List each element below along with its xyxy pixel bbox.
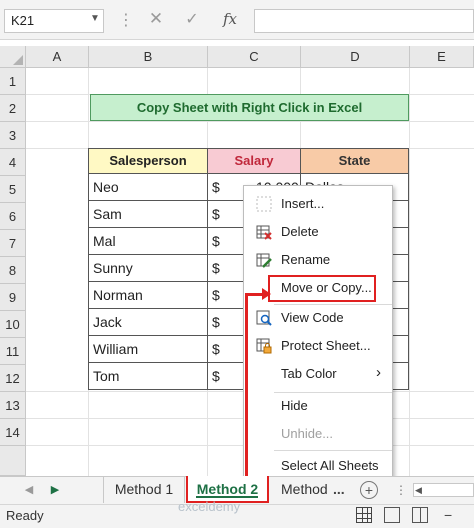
row-header[interactable]: 1 — [0, 68, 26, 95]
row-header[interactable] — [0, 446, 26, 476]
menu-item-label: View Code — [281, 310, 344, 325]
column-header-e[interactable]: E — [410, 46, 474, 68]
add-sheet-button[interactable]: + — [360, 481, 378, 499]
tab-split-handle[interactable]: ⋮ — [395, 482, 407, 498]
row-header[interactable]: 13 — [0, 392, 26, 419]
chevron-down-icon[interactable]: ▼ — [90, 13, 102, 27]
cell-salesperson[interactable]: Neo — [88, 174, 208, 201]
menu-item-rename[interactable]: Rename — [244, 246, 392, 274]
sheet-tab-context-menu: Insert... Delete Rename Move or Copy... … — [243, 185, 393, 483]
menu-item-label: Tab Color — [281, 366, 337, 381]
menu-item-label: Delete — [281, 224, 319, 239]
row-header[interactable]: 12 — [0, 365, 26, 392]
row-header[interactable]: 14 — [0, 419, 26, 446]
header-salary[interactable]: Salary — [207, 148, 301, 174]
watermark-logo: exceldemy — [178, 499, 241, 514]
row-header[interactable]: 2 — [0, 95, 26, 122]
arrow-head-icon — [262, 288, 271, 300]
cell-salesperson[interactable]: Sunny — [88, 255, 208, 282]
cell-salesperson[interactable]: Mal — [88, 228, 208, 255]
menu-item-protect-sheet[interactable]: Protect Sheet... — [244, 332, 392, 360]
cell-salesperson[interactable]: William — [88, 336, 208, 363]
enter-icon[interactable]: ✓ — [180, 9, 204, 31]
currency-symbol: $ — [212, 179, 220, 195]
row-header[interactable]: 8 — [0, 257, 26, 284]
row-header[interactable]: 9 — [0, 284, 26, 311]
column-header-b[interactable]: B — [89, 46, 208, 68]
gridline — [26, 121, 474, 122]
header-salesperson[interactable]: Salesperson — [88, 148, 208, 174]
menu-item-label: Protect Sheet... — [281, 338, 371, 353]
gridline — [409, 68, 410, 476]
view-code-icon — [256, 310, 272, 326]
insert-function-icon[interactable]: fx — [218, 10, 242, 32]
rename-icon — [256, 253, 272, 268]
menu-item-label: Rename — [281, 252, 331, 267]
formula-bar-grip: ⋮ — [118, 12, 134, 29]
insert-icon — [256, 196, 272, 212]
move-or-copy-highlight — [268, 275, 376, 302]
menu-item-tab-color[interactable]: Tab Color › — [244, 360, 392, 388]
menu-item-label: Insert... — [281, 196, 325, 211]
cancel-icon[interactable]: ✕ — [144, 9, 168, 31]
cell-salesperson[interactable]: Norman — [88, 282, 208, 309]
column-header-a[interactable]: A — [26, 46, 89, 68]
menu-item-view-code[interactable]: View Code — [244, 304, 392, 332]
row-header[interactable]: 11 — [0, 338, 26, 365]
name-box[interactable]: K21 — [4, 9, 104, 33]
header-state[interactable]: State — [300, 148, 409, 174]
more-tabs-button[interactable]: ... — [333, 476, 349, 503]
menu-item-delete[interactable]: Delete — [244, 218, 392, 246]
delete-sheet-icon — [256, 225, 272, 240]
normal-view-icon[interactable] — [356, 507, 372, 523]
menu-item-hide[interactable]: Hide — [244, 392, 392, 420]
page-break-view-icon[interactable] — [412, 507, 428, 523]
row-header[interactable]: 3 — [0, 122, 26, 149]
annotation-arrow — [245, 295, 248, 476]
row-header[interactable]: 10 — [0, 311, 26, 338]
cell-salesperson[interactable]: Tom — [88, 363, 208, 390]
row-header[interactable]: 4 — [0, 149, 26, 176]
menu-item-label: Unhide... — [281, 426, 334, 441]
sheet-title[interactable]: Copy Sheet with Right Click in Excel — [90, 94, 409, 121]
sheet-tab-method-1[interactable]: Method 1 — [103, 476, 185, 503]
scroll-left-icon[interactable]: ◀ — [415, 483, 427, 497]
column-header-d[interactable]: D — [301, 46, 410, 68]
cell-salesperson[interactable]: Jack — [88, 309, 208, 336]
page-layout-view-icon[interactable] — [384, 507, 400, 523]
menu-separator — [274, 450, 392, 451]
sheet-tab-method-3[interactable]: Method 3 — [271, 476, 329, 503]
scroll-tabs-right-icon[interactable]: ▶ — [46, 481, 64, 499]
protect-sheet-icon — [256, 338, 272, 354]
menu-item-label: Select All Sheets — [281, 458, 379, 473]
row-header[interactable]: 5 — [0, 176, 26, 203]
cell-salesperson[interactable]: Sam — [88, 201, 208, 228]
formula-input[interactable] — [254, 9, 474, 33]
status-text: Ready — [6, 508, 44, 523]
scroll-tabs-left-icon[interactable]: ◀ — [20, 481, 38, 499]
zoom-out-icon[interactable]: − — [444, 508, 452, 522]
menu-item-unhide: Unhide... — [244, 420, 392, 448]
select-all-corner[interactable] — [0, 46, 26, 68]
row-header[interactable]: 6 — [0, 203, 26, 230]
chevron-right-icon: › — [376, 364, 381, 381]
column-header-c[interactable]: C — [208, 46, 301, 68]
row-header[interactable]: 7 — [0, 230, 26, 257]
menu-item-label: Hide — [281, 398, 308, 413]
